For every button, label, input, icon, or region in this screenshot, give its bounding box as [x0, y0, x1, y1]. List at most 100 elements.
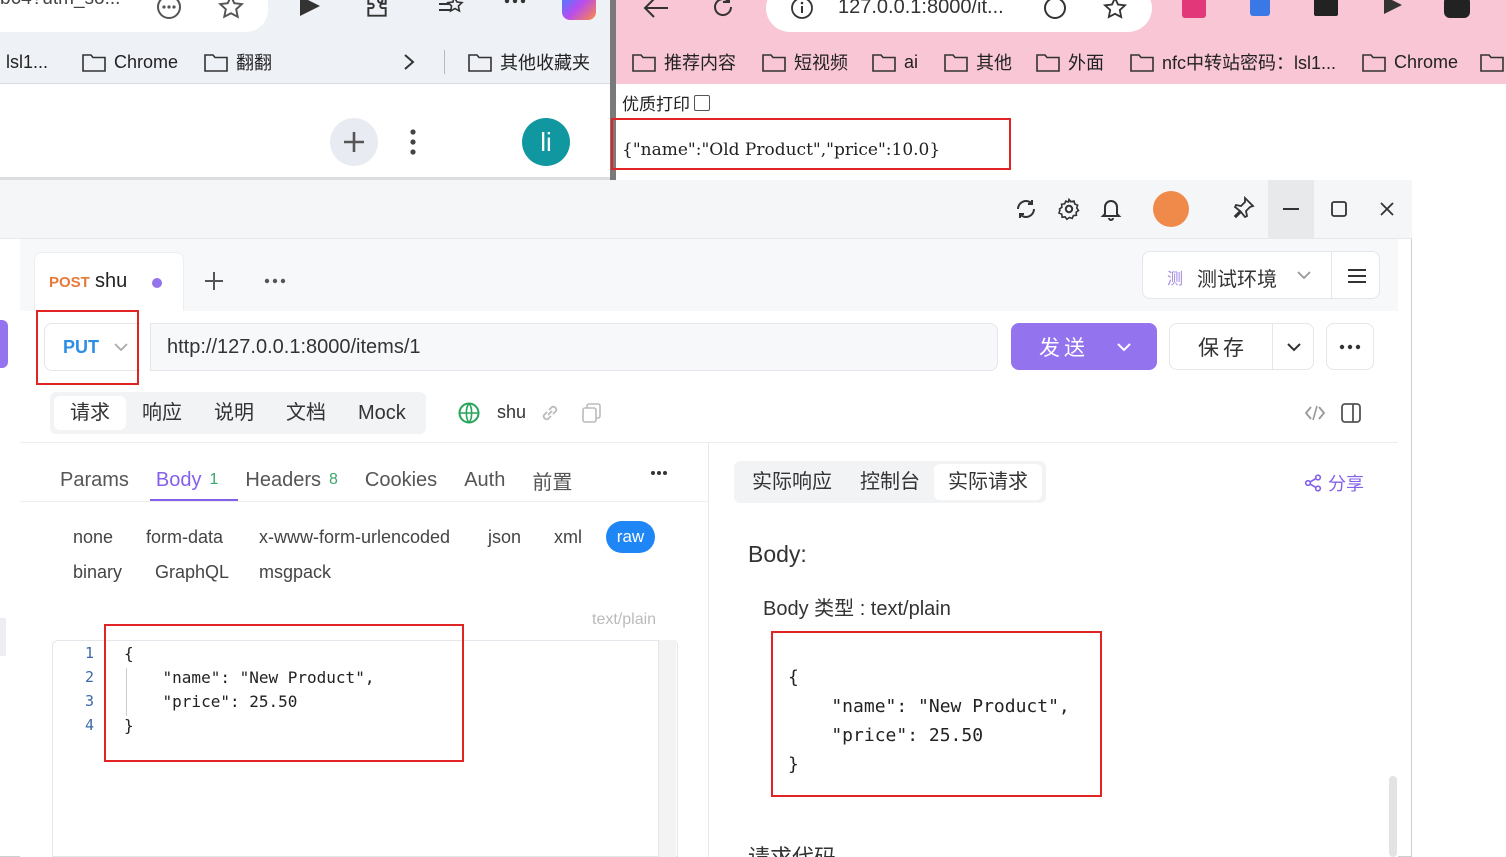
subtab-pre[interactable]: 前置	[532, 466, 572, 495]
split-view-icon[interactable]	[1341, 403, 1361, 423]
play-icon[interactable]	[1382, 0, 1404, 16]
body-type-xml[interactable]: xml	[554, 527, 582, 548]
chevron-right-icon[interactable]	[402, 40, 416, 84]
subtab-body[interactable]: Body 1	[156, 469, 219, 492]
code-icon[interactable]	[1304, 403, 1326, 423]
folder-icon[interactable]	[1480, 40, 1504, 84]
avatar[interactable]: li	[522, 118, 570, 166]
subtab-headers[interactable]: Headers 8	[245, 469, 338, 492]
body-type-none[interactable]: none	[73, 527, 113, 548]
headers-count: 8	[329, 471, 338, 488]
method-select[interactable]: PUT	[44, 323, 140, 371]
new-tab-icon[interactable]	[204, 271, 224, 291]
response-tabs: 实际响应 控制台 实际请求	[734, 461, 1046, 503]
body-type-msgpack[interactable]: msgpack	[259, 562, 331, 583]
right-address-bar[interactable]: 127.0.0.1:8000/it...	[766, 0, 1152, 32]
sync-icon[interactable]	[1014, 197, 1038, 221]
save-button[interactable]: 保存	[1169, 323, 1314, 370]
bookmark-folder[interactable]: nfc中转站密码：lsl1...	[1130, 40, 1336, 84]
more-options-icon[interactable]	[156, 0, 182, 20]
close-button[interactable]	[1364, 180, 1410, 238]
more-subtabs-icon[interactable]	[650, 470, 668, 476]
bookmark-folder[interactable]: 翻翻	[204, 40, 272, 84]
tab-actual-request[interactable]: 实际请求	[934, 464, 1042, 500]
bookmark-folder[interactable]: ai	[872, 40, 918, 84]
folder-icon	[1362, 54, 1386, 72]
copy-icon[interactable]	[582, 403, 602, 423]
request-tab[interactable]: POST shu	[34, 252, 184, 311]
reader-icon[interactable]	[1314, 0, 1338, 16]
chevron-down-icon[interactable]	[1117, 342, 1131, 352]
play-icon[interactable]	[298, 0, 322, 18]
body-type-form-data[interactable]: form-data	[146, 527, 223, 548]
add-button[interactable]	[330, 118, 378, 166]
send-button[interactable]: 发送	[1011, 323, 1157, 370]
sidebar-edge	[0, 618, 6, 656]
subtab-cookies[interactable]: Cookies	[365, 469, 437, 492]
tab-docs[interactable]: 文档	[270, 396, 342, 430]
menu-dots-icon[interactable]	[504, 0, 526, 6]
hamburger-icon[interactable]	[1347, 268, 1367, 284]
bookmark-folder[interactable]: Chrome	[1362, 40, 1458, 84]
bookmark-folder[interactable]: 推荐内容	[632, 40, 736, 84]
bookmark-folder[interactable]: 短视频	[762, 40, 848, 84]
extension-icon[interactable]	[364, 0, 390, 20]
tab-mock[interactable]: Mock	[342, 396, 422, 430]
bookmark-folder-other[interactable]: 其他收藏夹	[468, 40, 590, 84]
user-avatar[interactable]	[1153, 191, 1189, 227]
code-line: "price": 25.50	[124, 692, 298, 711]
bookmark-folder[interactable]: 外面	[1036, 40, 1104, 84]
response-scrollbar[interactable]	[1389, 776, 1397, 857]
translate-icon[interactable]	[1042, 0, 1068, 20]
translate-extension-icon[interactable]	[1182, 0, 1206, 18]
info-icon[interactable]	[790, 0, 814, 20]
bookmark-folder[interactable]: Chrome	[82, 40, 178, 84]
body-type-graphql[interactable]: GraphQL	[155, 562, 229, 583]
subtab-params[interactable]: Params	[60, 469, 129, 492]
tab-actual-response[interactable]: 实际响应	[738, 464, 846, 500]
copilot-icon[interactable]	[562, 0, 596, 20]
chevron-down-icon[interactable]	[1287, 342, 1301, 352]
tab-request[interactable]: 请求	[54, 396, 126, 430]
share-button[interactable]: 分享	[1304, 470, 1364, 496]
body-type-raw[interactable]: raw	[606, 521, 655, 553]
pin-icon[interactable]	[1231, 196, 1255, 220]
doc-extension-icon[interactable]	[1250, 0, 1270, 16]
code-line: "name": "New Product",	[124, 668, 375, 687]
body-type-urlencoded[interactable]: x-www-form-urlencoded	[259, 527, 450, 548]
tab-description[interactable]: 说明	[198, 396, 270, 430]
environment-selector[interactable]: 测 测试环境	[1142, 251, 1380, 299]
json-response-text: {"name":"Old Product","price":10.0}	[622, 140, 941, 160]
tab-console[interactable]: 控制台	[846, 464, 934, 500]
refresh-icon[interactable]	[710, 0, 736, 20]
divider	[444, 50, 445, 74]
bookmark-item[interactable]: lsl1...	[6, 40, 48, 84]
gear-icon[interactable]	[1057, 197, 1081, 221]
url-input[interactable]: http://127.0.0.1:8000/items/1	[150, 323, 998, 371]
vertical-dots-icon[interactable]	[408, 128, 418, 156]
body-type-binary[interactable]: binary	[73, 562, 122, 583]
code-line: {	[124, 644, 134, 663]
pretty-print[interactable]: 优质打印	[622, 90, 710, 115]
back-icon[interactable]	[642, 0, 670, 20]
reading-list-icon[interactable]	[436, 0, 464, 18]
more-actions-button[interactable]	[1326, 323, 1374, 370]
more-tabs-icon[interactable]	[264, 278, 286, 284]
folder-icon	[872, 54, 896, 72]
pretty-print-checkbox[interactable]	[694, 94, 710, 111]
bell-icon[interactable]	[1099, 196, 1123, 222]
body-type-json[interactable]: json	[488, 527, 521, 548]
tab-response[interactable]: 响应	[126, 396, 198, 430]
sparkle-icon[interactable]	[1444, 0, 1470, 18]
folder-icon	[762, 54, 786, 72]
bookmark-folder[interactable]: 其他	[944, 40, 1012, 84]
link-icon[interactable]	[540, 403, 560, 423]
star-icon[interactable]	[1102, 0, 1128, 20]
env-icon: 测	[1167, 271, 1184, 288]
subtab-auth[interactable]: Auth	[464, 469, 505, 492]
left-bookmarks-bar: lsl1... Chrome 翻翻 其他收藏夹	[0, 40, 612, 84]
minimize-button[interactable]	[1268, 180, 1314, 238]
star-icon[interactable]	[218, 0, 244, 20]
editor-scrollbar[interactable]	[658, 640, 676, 857]
maximize-button[interactable]	[1316, 180, 1362, 238]
